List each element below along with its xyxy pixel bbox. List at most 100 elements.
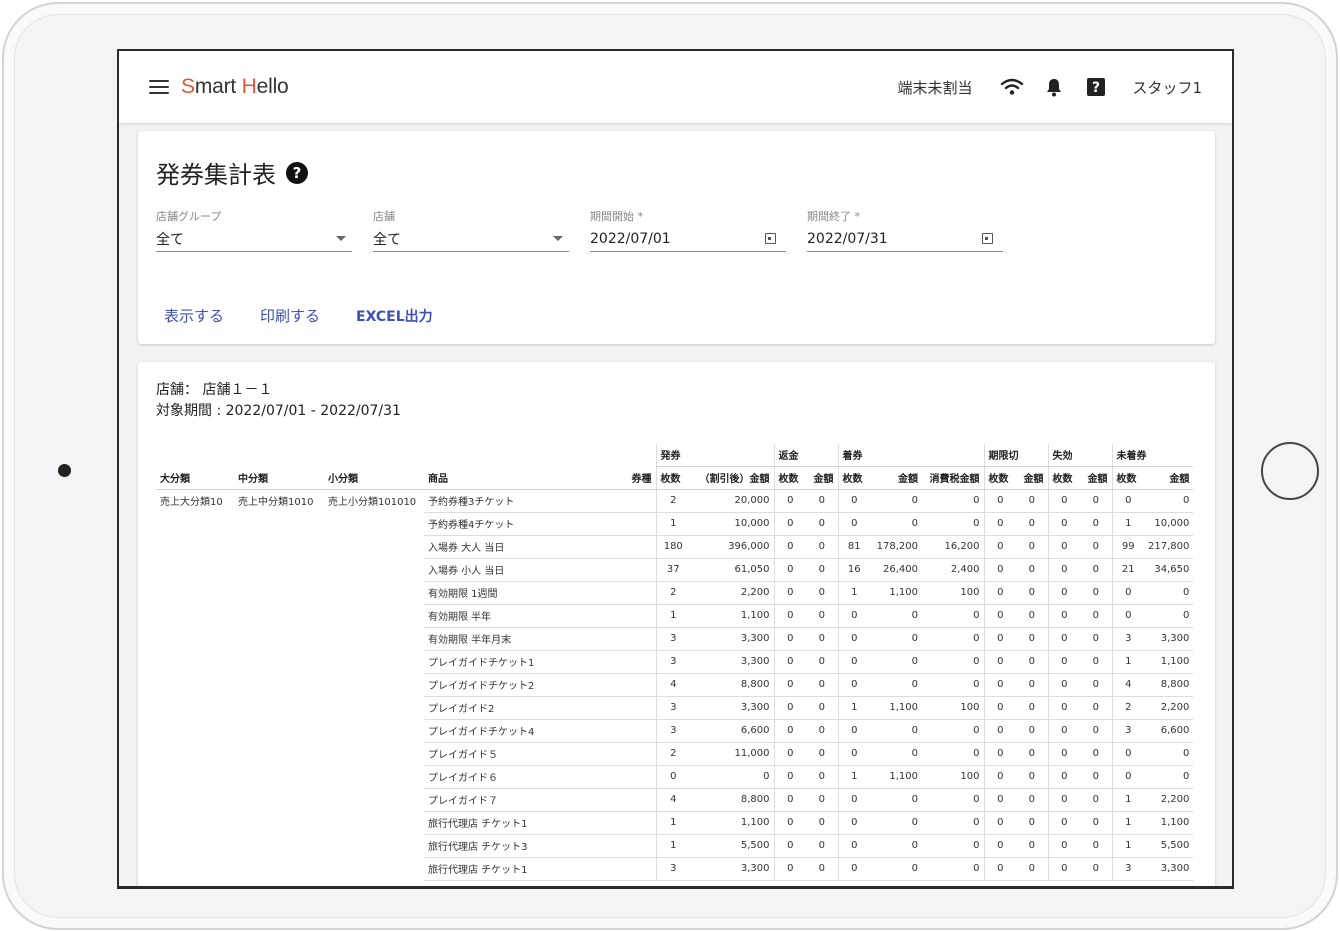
help-icon[interactable]: ? xyxy=(1082,73,1110,101)
value-cell: 0 xyxy=(1016,673,1048,697)
value-cell: 0 xyxy=(806,650,838,674)
value-cell: 0 xyxy=(837,811,870,835)
bell-icon[interactable] xyxy=(1040,73,1068,101)
value-cell: 0 xyxy=(1111,604,1144,628)
home-button[interactable] xyxy=(1261,442,1319,500)
value-cell: 1,100 xyxy=(1144,811,1194,835)
staff-name[interactable]: スタッフ1 xyxy=(1132,77,1202,98)
value-cell: 0 xyxy=(806,512,838,536)
value-cell: 0 xyxy=(1047,512,1080,536)
table-row: プレイガイドチケット1 3 3,300 0 0 0 0 0 0 0 0 0 1 1,100 xyxy=(156,650,1194,674)
value-cell: 0 xyxy=(983,535,1016,559)
store-select[interactable]: 店舗 全て xyxy=(373,208,569,252)
value-cell: 3 xyxy=(655,719,690,743)
value-cell: 0 xyxy=(1047,650,1080,674)
column-header: 枚数 xyxy=(1047,466,1080,490)
value-cell: 0 xyxy=(806,811,838,835)
value-cell: 0 xyxy=(1080,627,1112,651)
excel-export-button[interactable]: EXCEL出力 xyxy=(356,306,433,326)
value-cell: 0 xyxy=(1080,857,1112,881)
product-cell: プレイガイド５ xyxy=(424,742,622,766)
category-small-cell xyxy=(324,673,424,696)
report-card: 店舗： 店舗１－１ 対象期間 : 2022/07/01 - 2022/07/31… xyxy=(138,362,1215,886)
value-cell: 3,300 xyxy=(690,650,774,674)
value-cell: 0 xyxy=(806,857,838,881)
value-cell: 2 xyxy=(655,489,690,513)
value-cell: 0 xyxy=(773,765,806,789)
value-cell: 0 xyxy=(806,673,838,697)
value-cell: 0 xyxy=(1111,581,1144,605)
product-cell: 予約券種4チケット xyxy=(424,512,622,536)
value-cell: 0 xyxy=(922,742,984,766)
store-group-select[interactable]: 店舗グループ 全て xyxy=(156,208,352,252)
start-date-field[interactable]: 期間開始 * 2022/07/01 xyxy=(590,208,786,252)
calendar-icon[interactable] xyxy=(765,233,776,244)
value-cell: 0 xyxy=(655,765,690,789)
value-cell: 0 xyxy=(983,788,1016,812)
filter-card: 発券集計表 ? 店舗グループ 全て 店舗 全て 期間開始 * 2022/07/0… xyxy=(138,131,1215,344)
category-mid-cell xyxy=(234,834,324,857)
value-cell: 0 xyxy=(1144,581,1194,605)
category-large-cell xyxy=(156,765,234,788)
report-period-line: 対象期間 : 2022/07/01 - 2022/07/31 xyxy=(156,403,401,419)
value-cell: 37 xyxy=(655,558,690,582)
wifi-icon[interactable] xyxy=(998,73,1026,101)
group-header: 失効 xyxy=(1047,444,1112,467)
category-large-cell xyxy=(156,788,234,811)
value-cell: 0 xyxy=(983,673,1016,697)
menu-icon[interactable] xyxy=(149,80,169,94)
value-cell: 0 xyxy=(837,673,870,697)
value-cell: 1,100 xyxy=(1144,650,1194,674)
ticket-type-cell xyxy=(622,811,656,835)
category-small-cell xyxy=(324,627,424,650)
table-row: 有効期限 半年月末 3 3,300 0 0 0 0 0 0 0 0 0 3 3,300 xyxy=(156,627,1194,651)
category-mid-cell xyxy=(234,604,324,627)
category-mid-cell xyxy=(234,558,324,581)
column-header: 金額 xyxy=(1016,466,1048,490)
value-cell: 0 xyxy=(1080,696,1112,720)
value-cell: 0 xyxy=(806,788,838,812)
end-date-field[interactable]: 期間終了 * 2022/07/31 xyxy=(807,208,1003,252)
value-cell: 0 xyxy=(1080,581,1112,605)
category-mid-cell xyxy=(234,535,324,558)
camera-icon xyxy=(58,464,71,477)
value-cell: 0 xyxy=(983,581,1016,605)
value-cell: 2 xyxy=(655,581,690,605)
help-circle-icon[interactable]: ? xyxy=(286,161,308,184)
report-table: 発券 返金 着券 期限切 失効 未着券 大分類 中分類 小分類 商品 券種 枚数 xyxy=(156,444,1194,881)
value-cell: 0 xyxy=(806,742,838,766)
group-header: 返金 xyxy=(773,444,838,467)
value-cell: 0 xyxy=(1144,742,1194,766)
product-cell: 旅行代理店 チケット1 xyxy=(424,857,622,881)
value-cell: 0 xyxy=(1080,512,1112,536)
value-cell: 178,200 xyxy=(870,535,922,559)
category-small-cell xyxy=(324,650,424,673)
value-cell: 0 xyxy=(837,512,870,536)
value-cell: 1 xyxy=(837,696,870,720)
value-cell: 0 xyxy=(870,811,922,835)
value-cell: 0 xyxy=(1080,650,1112,674)
category-large-cell xyxy=(156,650,234,673)
group-header: 未着券 xyxy=(1111,444,1194,467)
value-cell: 0 xyxy=(1047,742,1080,766)
ticket-type-cell xyxy=(622,512,656,536)
print-button[interactable]: 印刷する xyxy=(260,305,320,326)
value-cell: 0 xyxy=(1047,857,1080,881)
value-cell: 0 xyxy=(773,673,806,697)
calendar-icon[interactable] xyxy=(982,233,993,244)
value-cell: 2,400 xyxy=(922,558,984,582)
column-header: 商品 xyxy=(424,466,622,490)
value-cell: 0 xyxy=(1111,489,1144,513)
value-cell: 8,800 xyxy=(690,788,774,812)
app-bar: Smart Hello 端末未割当 ? スタッフ1 xyxy=(119,51,1232,123)
category-small-cell xyxy=(324,696,424,719)
show-button[interactable]: 表示する xyxy=(164,305,224,326)
value-cell: 0 xyxy=(1144,765,1194,789)
column-header: 小分類 xyxy=(324,466,424,490)
category-mid-cell xyxy=(234,673,324,696)
value-cell: 10,000 xyxy=(1144,512,1194,536)
column-header: 金額 xyxy=(1144,466,1194,490)
value-cell: 0 xyxy=(922,834,984,858)
category-large-cell xyxy=(156,535,234,558)
product-cell: プレイガイド７ xyxy=(424,788,622,812)
